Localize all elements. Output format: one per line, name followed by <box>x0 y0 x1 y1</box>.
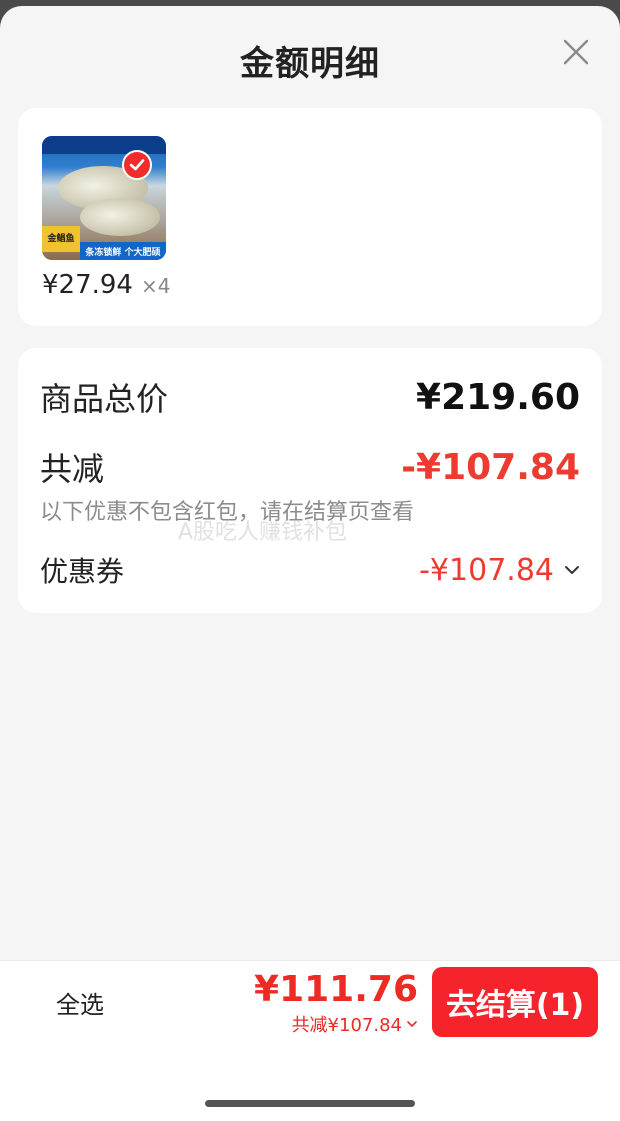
pay-reduce-text: 共减¥107.84 <box>291 1015 402 1036</box>
fish-image <box>80 198 160 236</box>
system-nav-area <box>0 1043 620 1121</box>
selected-check-icon[interactable] <box>122 150 152 180</box>
amount-detail-sheet: 金额明细 金鲳鱼 条冻锁鲜 个大肥硕 ¥27.94 ×4 商品总价 ¥219.6… <box>0 6 620 1121</box>
reduce-value: -¥107.84 <box>401 446 580 488</box>
unit-price: ¥27.94 <box>42 270 133 300</box>
close-icon <box>563 39 589 65</box>
checkout-button[interactable]: 去结算(1) <box>432 967 598 1037</box>
discount-note: 以下优惠不包含红包，请在结算页查看 <box>40 500 415 525</box>
coupon-label: 优惠券 <box>40 555 125 588</box>
image-banner <box>42 136 166 154</box>
checkmark-icon <box>129 159 145 171</box>
reduce-label: 共减 <box>40 450 105 488</box>
coupon-value-wrap[interactable]: -¥107.84 <box>419 553 580 588</box>
pay-amount[interactable]: ¥111.76 共减¥107.84 <box>254 969 418 1037</box>
reduce-row: 共减 -¥107.84 <box>40 444 580 490</box>
coupon-value: -¥107.84 <box>419 552 554 588</box>
image-badge: 金鲳鱼 <box>42 226 80 252</box>
select-all-toggle[interactable]: 全选 <box>56 985 104 1020</box>
image-badge-text: 金鲳鱼 <box>47 234 75 244</box>
product-card: 金鲳鱼 条冻锁鲜 个大肥硕 ¥27.94 ×4 <box>18 108 602 326</box>
checkout-bar: 全选 ¥111.76 共减¥107.84 去结算(1) <box>0 960 620 1043</box>
total-price-row: 商品总价 ¥219.60 <box>40 374 580 420</box>
pay-reduce-row[interactable]: 共减¥107.84 <box>254 1011 418 1037</box>
quantity: ×4 <box>140 274 171 298</box>
product-price-row: ¥27.94 ×4 <box>42 270 170 300</box>
chevron-down-icon <box>407 1021 417 1028</box>
total-label: 商品总价 <box>40 380 169 418</box>
summary-card: 商品总价 ¥219.60 共减 -¥107.84 以下优惠不包含红包，请在结算页… <box>18 348 602 613</box>
total-value: ¥219.60 <box>416 376 580 418</box>
coupon-row[interactable]: 优惠券 -¥107.84 <box>40 550 580 590</box>
image-strip: 条冻锁鲜 个大肥硕 <box>80 242 166 260</box>
close-button[interactable] <box>556 32 596 72</box>
chevron-down-icon <box>565 566 579 574</box>
home-indicator[interactable] <box>205 1100 415 1107</box>
page-title: 金额明细 <box>240 44 380 84</box>
pay-amount-value: ¥111.76 <box>254 969 418 1010</box>
